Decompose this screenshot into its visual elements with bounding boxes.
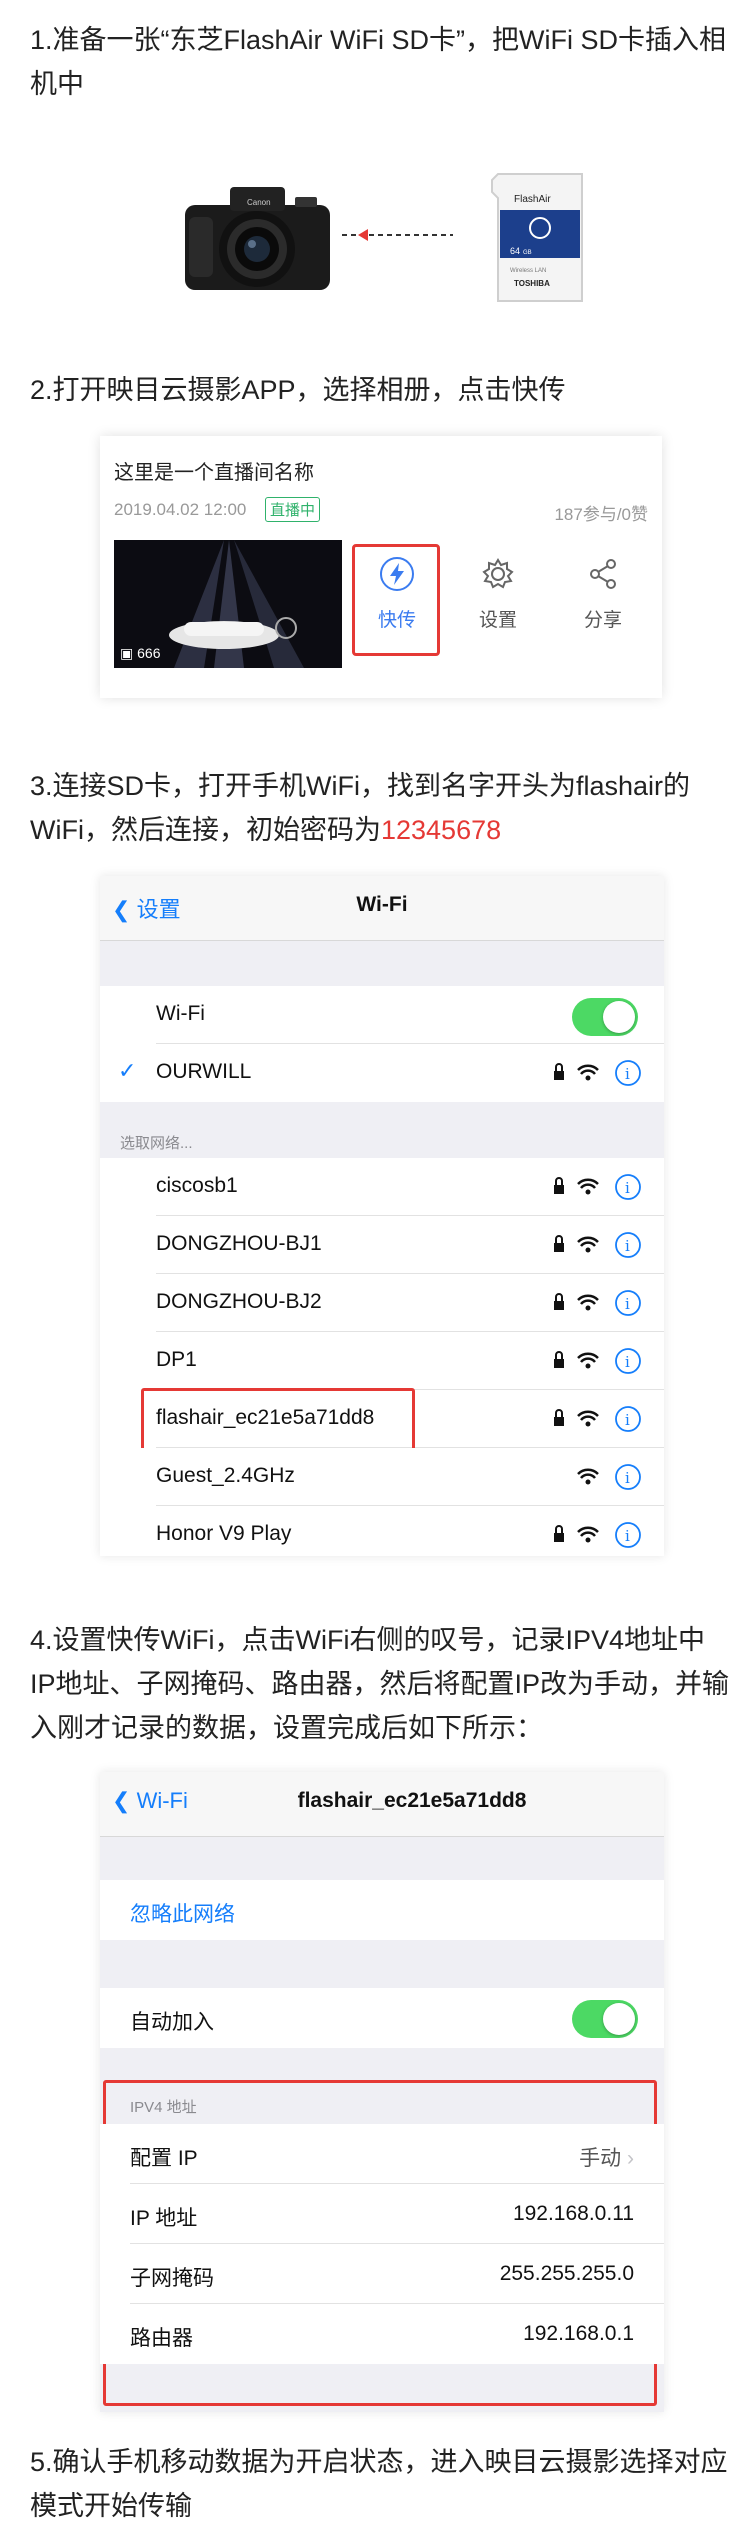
network-row[interactable]: Honor V9 Play i	[100, 1506, 664, 1556]
chevron-right-icon: ›	[627, 2147, 634, 2170]
network-row[interactable]: DONGZHOU-BJ1 i	[100, 1216, 664, 1274]
network-status-icons: i	[554, 1232, 641, 1258]
settings-label: 设置	[478, 610, 517, 631]
network-row[interactable]: ciscosb1 i	[100, 1158, 664, 1216]
ipv4-header: IPV4 地址	[130, 2099, 197, 2116]
network-row[interactable]: Guest_2.4GHz i	[100, 1448, 664, 1506]
step-3-text: 3.连接SD卡，打开手机WiFi，找到名字开头为flashair的WiFi，然后…	[30, 771, 691, 845]
sdcard-maker: TOSHIBA	[514, 279, 550, 288]
auto-join-row: 自动加入	[100, 1988, 664, 2048]
network-row[interactable]: DP1 i	[100, 1332, 664, 1390]
svg-text:Canon: Canon	[247, 198, 271, 207]
chevron-left-icon: ❮	[112, 1788, 131, 1813]
svg-text:i: i	[625, 1065, 630, 1083]
wifi-navbar: ❮ 设置 Wi-Fi	[100, 876, 664, 941]
live-room-card: 这里是一个直播间名称 2019.04.02 12:00 直播中 187参与/0赞…	[100, 436, 662, 698]
live-room-title: 这里是一个直播间名称	[114, 462, 314, 484]
network-status-icons: i	[577, 1464, 641, 1490]
svg-text:i: i	[625, 1353, 630, 1371]
album-thumbnail[interactable]: ▣ 666	[114, 540, 342, 668]
wifi-detail-screen: ❮ Wi-Fi flashair_ec21e5a71dd8 忽略此网络 自动加入…	[100, 1772, 664, 2412]
svg-text:i: i	[625, 1179, 630, 1197]
share-label: 分享	[583, 610, 622, 631]
network-status-icons: i	[554, 1060, 641, 1086]
svg-text:i: i	[625, 1411, 630, 1429]
network-status-icons: i	[554, 1348, 641, 1374]
page-title: Wi-Fi	[356, 893, 408, 916]
step-1-text: 1.准备一张“东芝FlashAir WiFi SD卡”，把WiFi SD卡插入相…	[30, 25, 726, 99]
network-status-icons: i	[554, 1406, 641, 1432]
auto-join-toggle[interactable]	[572, 2000, 638, 2038]
connected-network-row[interactable]: ✓ OURWILL i	[100, 1044, 664, 1102]
camera-image: Canon	[185, 187, 330, 290]
wifi-toggle[interactable]	[572, 998, 638, 1036]
photo-count: ▣ 666	[120, 645, 161, 661]
step-5-text: 5.确认手机移动数据为开启状态，进入映目云摄影选择对应模式开始传输	[30, 2447, 728, 2521]
checkmark-icon: ✓	[118, 1058, 137, 1083]
choose-network-header: 选取网络...	[120, 1135, 193, 1152]
insert-arrow-icon	[342, 229, 453, 241]
share-button[interactable]: 分享	[558, 554, 648, 632]
router-row: 路由器 192.168.0.1	[100, 2304, 664, 2364]
forget-network-row[interactable]: 忽略此网络	[100, 1880, 664, 1940]
flashair-highlight	[141, 1388, 415, 1456]
forget-network-button[interactable]: 忽略此网络	[130, 1898, 235, 1928]
subnet-mask-row: 子网掩码 255.255.255.0	[100, 2244, 664, 2304]
configure-ip-row[interactable]: 配置 IP 手动 ›	[100, 2124, 664, 2184]
detail-navbar: ❮ Wi-Fi flashair_ec21e5a71dd8	[100, 1772, 664, 1837]
step-4-text: 4.设置快传WiFi，点击WiFi右侧的叹号，记录IPV4地址中IP地址、子网掩…	[30, 1625, 730, 1743]
svg-text:i: i	[625, 1295, 630, 1313]
svg-text:GB: GB	[523, 250, 532, 256]
svg-text:i: i	[625, 1527, 630, 1545]
share-icon	[590, 559, 616, 589]
wifi-list-screen: ❮ 设置 Wi-Fi Wi-Fi ✓ OURWILL i 选取网络... cis…	[100, 876, 664, 1556]
live-room-date: 2019.04.02 12:00	[114, 500, 247, 519]
live-status-badge: 直播中	[265, 497, 321, 522]
network-row[interactable]: DONGZHOU-BJ2 i	[100, 1274, 664, 1332]
sdcard-brand: FlashAir	[514, 194, 551, 205]
settings-button[interactable]: 设置	[453, 554, 543, 632]
wifi-toggle-row: Wi-Fi	[100, 986, 664, 1044]
sdcard-capacity: 64	[510, 246, 520, 256]
svg-text:i: i	[625, 1469, 630, 1487]
svg-text:i: i	[625, 1237, 630, 1255]
network-status-icons: i	[554, 1174, 641, 1200]
gear-icon	[482, 558, 514, 589]
quick-transfer-highlight	[352, 544, 440, 656]
step-2-text: 2.打开映目云摄影APP，选择相册，点击快传	[30, 375, 566, 405]
page-title: flashair_ec21e5a71dd8	[297, 1789, 527, 1812]
live-room-stats: 187参与/0赞	[554, 505, 648, 524]
ip-address-row: IP 地址 192.168.0.11	[100, 2184, 664, 2244]
network-status-icons: i	[554, 1290, 641, 1316]
svg-text:Wireless LAN: Wireless LAN	[510, 268, 546, 274]
network-status-icons: i	[554, 1522, 641, 1548]
sdcard-image: 64 GB FlashAir Wireless LAN TOSHIBA	[491, 173, 583, 302]
default-password: 12345678	[380, 815, 502, 845]
